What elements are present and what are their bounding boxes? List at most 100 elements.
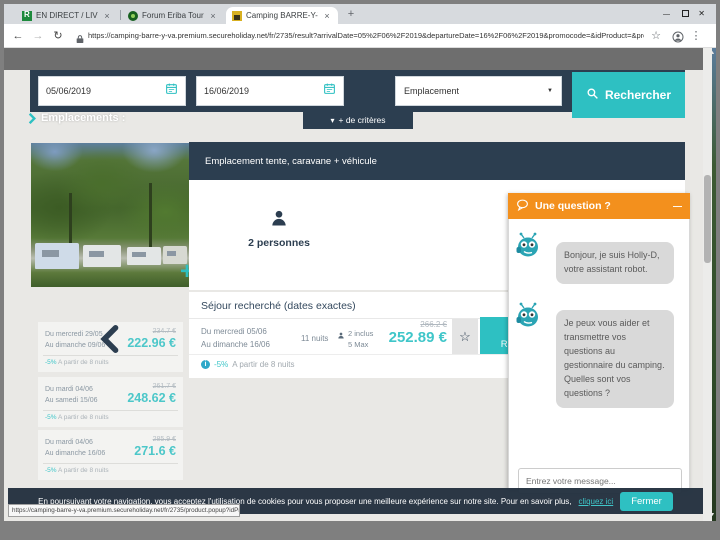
discount-percent: -5%	[214, 360, 228, 369]
tab-favicon	[232, 11, 242, 21]
screen: EN DIRECT / LIVE: Nevers - Cyc Forum Eri…	[0, 0, 720, 540]
tab-separator	[120, 10, 121, 20]
reload-icon[interactable]	[50, 24, 66, 48]
chevron-right-icon	[28, 113, 36, 124]
caravan-shape	[127, 247, 161, 265]
window-minimize-button[interactable]	[663, 8, 670, 20]
minimize-chat-icon[interactable]	[673, 200, 682, 212]
robot-avatar	[516, 232, 540, 265]
chat-body: Bonjour, je suis Holly-D, votre assistan…	[508, 219, 690, 490]
caret-down-icon	[330, 115, 334, 125]
arrival-date-input[interactable]	[46, 86, 165, 96]
offer-dates: Du mercredi 05/06 Au dimanche 16/06	[201, 326, 270, 352]
chat-title: Une question ?	[535, 200, 611, 212]
window-close-button[interactable]	[698, 8, 705, 19]
search-icon	[586, 87, 599, 103]
scroll-up-icon[interactable]	[711, 50, 716, 56]
browser-window: EN DIRECT / LIVE: Nevers - Cyc Forum Eri…	[4, 4, 716, 521]
alt-date-to: Au dimanche 16/06	[45, 448, 105, 459]
tab-strip: EN DIRECT / LIVE: Nevers - Cyc Forum Eri…	[4, 4, 716, 24]
page-content: Emplacement Rechercher + de critères Emp…	[4, 48, 716, 521]
alt-date-from: Du mardi 04/06	[45, 437, 105, 448]
background-photo-strip	[712, 48, 716, 521]
person-icon	[269, 208, 289, 228]
caravan-shape	[35, 243, 79, 269]
alt-date-from: Du mercredi 29/05	[45, 329, 105, 340]
search-button[interactable]: Rechercher	[572, 72, 685, 118]
calendar-icon[interactable]	[165, 82, 178, 100]
alt-old-price: 261.7 €	[153, 383, 176, 390]
browser-tab-2[interactable]: Forum Eriba Touring.com + Con	[122, 7, 224, 24]
occupancy-block: 2 personnes	[229, 208, 329, 249]
alt-date-to: Au dimanche 09/06	[45, 340, 105, 351]
product-photo[interactable]	[31, 143, 189, 287]
capacity-included: 2 inclus	[348, 328, 373, 339]
tab-title: Camping BARRE-Y-VA	[246, 11, 318, 20]
offer-capacity: 2 inclus 5 Max	[337, 328, 373, 351]
bookmark-star-icon[interactable]	[648, 24, 664, 48]
chat-message: Je peux vous aider et transmettre vos qu…	[556, 310, 674, 408]
menu-dots-icon[interactable]	[688, 24, 704, 48]
tab-favicon	[22, 11, 32, 21]
new-tab-button[interactable]	[344, 8, 358, 22]
select-caret-icon	[547, 88, 553, 94]
accommodation-select[interactable]: Emplacement	[395, 76, 562, 106]
price: 252.89 €	[389, 329, 447, 346]
more-criteria-button[interactable]: + de critères	[303, 110, 413, 129]
forward-icon[interactable]	[30, 24, 46, 48]
arrival-date-field[interactable]	[38, 76, 186, 106]
discount-text: A partir de 8 nuits	[232, 360, 294, 369]
departure-date-field[interactable]	[196, 76, 344, 106]
offer-prices: 266.2 € 252.89 €	[389, 320, 447, 346]
cookie-link[interactable]: cliquez ici	[579, 497, 614, 506]
lock-icon	[76, 31, 84, 49]
url-text[interactable]: https://camping-barre-y-va.premium.secur…	[88, 24, 644, 48]
browser-tab-active[interactable]: Camping BARRE-Y-VA	[226, 7, 338, 24]
info-icon	[201, 360, 210, 369]
alt-date-to: Au samedi 15/06	[45, 395, 98, 406]
back-icon[interactable]	[10, 24, 26, 48]
product-title-bar: Emplacement tente, caravane + véhicule	[189, 142, 685, 180]
speech-bubble-icon	[516, 199, 529, 214]
alt-old-price: 234.7 €	[153, 328, 176, 335]
cookie-close-button[interactable]: Fermer	[620, 492, 673, 511]
close-tab-icon[interactable]	[102, 11, 112, 21]
scroll-down-icon[interactable]	[711, 512, 716, 518]
profile-icon[interactable]	[672, 30, 684, 48]
chat-message: Bonjour, je suis Holly-D, votre assistan…	[556, 242, 674, 284]
tab-title: EN DIRECT / LIVE: Nevers - Cyc	[36, 11, 98, 20]
alt-offer-card[interactable]: Du mardi 04/06 Au dimanche 16/06 285.9 €…	[38, 430, 183, 480]
alt-offer-card[interactable]: Du mardi 04/06 Au samedi 15/06 261.7 € 2…	[38, 377, 183, 427]
caravan-shape	[83, 245, 121, 267]
tab-favicon	[128, 11, 138, 21]
occupancy-label: 2 personnes	[229, 237, 329, 249]
close-tab-icon[interactable]	[322, 11, 332, 21]
calendar-icon[interactable]	[323, 82, 336, 100]
person-icon	[337, 331, 345, 340]
section-title: Emplacements :	[28, 112, 125, 124]
alt-price: 248.62 €	[127, 391, 176, 405]
section-title-label: Emplacements :	[41, 112, 125, 124]
carousel-prev-icon[interactable]	[98, 325, 120, 358]
stay-panel-title: Séjour recherché (dates exactes)	[201, 300, 356, 312]
browser-tab-1[interactable]: EN DIRECT / LIVE: Nevers - Cyc	[16, 7, 118, 24]
page-top-band	[4, 48, 703, 70]
capacity-max: 5 Max	[348, 339, 373, 350]
alt-price: 271.6 €	[134, 444, 176, 458]
scrollbar-thumb[interactable]	[704, 175, 711, 263]
departure-date-input[interactable]	[204, 86, 323, 96]
search-button-label: Rechercher	[605, 88, 671, 102]
window-maximize-button[interactable]	[682, 10, 689, 17]
alt-old-price: 285.9 €	[153, 436, 176, 443]
close-tab-icon[interactable]	[208, 11, 218, 21]
chat-widget: Une question ? Bonjour, je suis Holly-D,…	[508, 193, 690, 490]
product-title: Emplacement tente, caravane + véhicule	[205, 156, 377, 167]
more-criteria-label: + de critères	[339, 115, 386, 125]
robot-avatar	[516, 302, 540, 335]
scrollbar[interactable]	[703, 48, 712, 521]
chat-header[interactable]: Une question ?	[508, 193, 690, 219]
search-bar: Emplacement Rechercher + de critères	[30, 70, 685, 112]
browser-toolbar: https://camping-barre-y-va.premium.secur…	[4, 24, 716, 48]
favorite-star-button[interactable]	[452, 319, 478, 354]
alt-date-from: Du mardi 04/06	[45, 384, 98, 395]
